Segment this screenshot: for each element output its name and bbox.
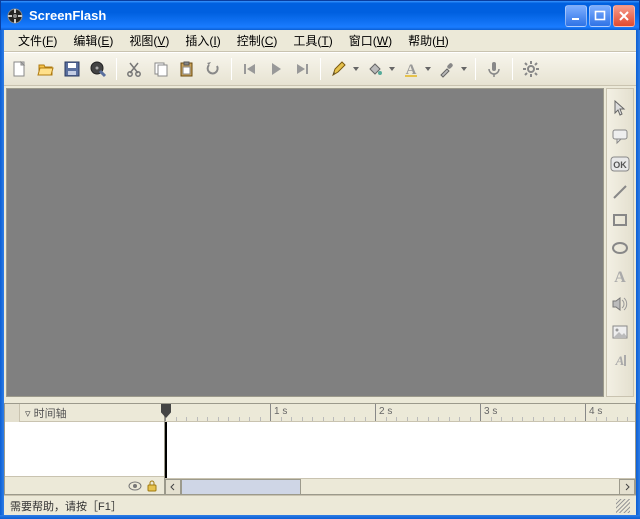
scroll-thumb[interactable] — [181, 479, 301, 495]
canvas-container — [6, 88, 604, 397]
menu-i[interactable]: 插入(I) — [177, 30, 228, 51]
ruler-label: 4 s — [589, 406, 602, 417]
settings-button[interactable] — [519, 57, 543, 81]
menubar: 文件(F)编辑(E)视图(V)插入(I)控制(C)工具(T)窗口(W)帮助(H) — [4, 30, 636, 52]
play-button[interactable] — [264, 57, 288, 81]
timeline-tracks: 1 s 2 s 3 s 4 s — [164, 403, 636, 495]
text-button[interactable]: A — [399, 57, 423, 81]
minimize-button[interactable] — [565, 5, 587, 27]
new-button[interactable] — [8, 57, 32, 81]
svg-text:OK: OK — [613, 160, 627, 170]
timeline-title: 时间轴 — [34, 408, 67, 420]
prev-button[interactable] — [238, 57, 262, 81]
maximize-button[interactable] — [589, 5, 611, 27]
tool-rect[interactable] — [609, 209, 631, 231]
cut-button[interactable] — [123, 57, 147, 81]
undo-button[interactable] — [201, 57, 225, 81]
mic-button[interactable] — [482, 57, 506, 81]
menu-v[interactable]: 视图(V) — [121, 30, 177, 51]
tool-image[interactable] — [609, 321, 631, 343]
tool-ai[interactable]: A — [609, 349, 631, 371]
timeline-layers[interactable] — [5, 422, 164, 476]
menu-e[interactable]: 编辑(E) — [65, 30, 121, 51]
timeline-header[interactable]: ▿ 时间轴 — [5, 404, 164, 422]
tool-text-a[interactable]: A — [609, 265, 631, 287]
ruler-label: 1 s — [274, 406, 287, 417]
svg-text:A: A — [614, 269, 626, 285]
scroll-right-button[interactable] — [619, 479, 635, 495]
timeline: ▿ 时间轴 1 s 2 s 3 s 4 s — [4, 399, 636, 495]
save-button[interactable] — [60, 57, 84, 81]
canvas[interactable] — [7, 89, 603, 396]
timeline-layers-panel: ▿ 时间轴 — [4, 403, 164, 495]
text-dropdown[interactable] — [423, 57, 433, 81]
menu-f[interactable]: 文件(F) — [10, 30, 65, 51]
export-button[interactable] — [86, 57, 110, 81]
tool-ellipse[interactable] — [609, 237, 631, 259]
svg-text:A: A — [615, 353, 625, 368]
ruler-label: 2 s — [379, 406, 392, 417]
tool-ok-stamp[interactable]: OK — [609, 153, 631, 175]
scroll-left-button[interactable] — [165, 479, 181, 495]
next-button[interactable] — [290, 57, 314, 81]
paste-button[interactable] — [175, 57, 199, 81]
timeline-hscrollbar[interactable] — [165, 478, 635, 494]
window-title: ScreenFlash — [29, 8, 565, 23]
status-text: 需要帮助，请按［F1］ — [10, 498, 122, 514]
timeline-playhead[interactable] — [165, 422, 167, 478]
ruler-label: 3 s — [484, 406, 497, 417]
lock-icon[interactable] — [146, 480, 158, 492]
eyedropper-button[interactable] — [435, 57, 459, 81]
app-icon — [7, 8, 23, 24]
statusbar: 需要帮助，请按［F1］ — [4, 495, 636, 515]
menu-c[interactable]: 控制(C) — [229, 30, 286, 51]
timeline-layers-footer — [5, 476, 164, 494]
close-button[interactable] — [613, 5, 635, 27]
copy-button[interactable] — [149, 57, 173, 81]
tool-speaker[interactable] — [609, 293, 631, 315]
toolbar: A — [4, 52, 636, 86]
pencil-button[interactable] — [327, 57, 351, 81]
timeline-ruler[interactable]: 1 s 2 s 3 s 4 s — [165, 404, 635, 422]
fill-dropdown[interactable] — [387, 57, 397, 81]
eye-icon[interactable] — [128, 480, 142, 492]
resize-grip[interactable] — [616, 499, 630, 513]
tool-callout[interactable] — [609, 125, 631, 147]
tool-pointer[interactable] — [609, 97, 631, 119]
menu-t[interactable]: 工具(T) — [285, 30, 340, 51]
fill-button[interactable] — [363, 57, 387, 81]
menu-w[interactable]: 窗口(W) — [341, 30, 400, 51]
tool-line[interactable] — [609, 181, 631, 203]
open-button[interactable] — [34, 57, 58, 81]
eyedropper-dropdown[interactable] — [459, 57, 469, 81]
menu-h[interactable]: 帮助(H) — [400, 30, 457, 51]
pencil-dropdown[interactable] — [351, 57, 361, 81]
timeline-track[interactable] — [165, 422, 635, 478]
side-toolbox: OK A A — [606, 88, 634, 397]
titlebar: ScreenFlash — [0, 0, 640, 30]
